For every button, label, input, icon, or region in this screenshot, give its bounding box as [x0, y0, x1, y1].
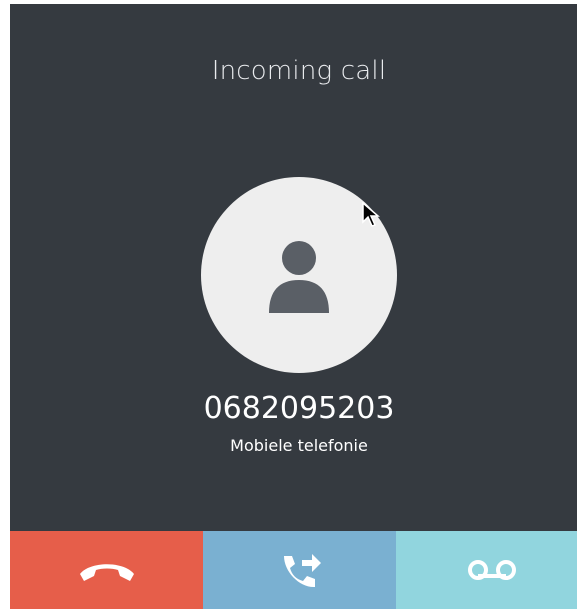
hangup-button[interactable]	[10, 531, 203, 609]
call-actions	[10, 531, 577, 609]
caller-number-type: Mobiele telefonie	[230, 436, 368, 455]
call-title: Incoming call	[211, 56, 387, 86]
user-icon	[269, 241, 329, 313]
caller-number: 0682095203	[203, 391, 395, 426]
incoming-call-window: Incoming call 0682095203 Mobiele telefon…	[10, 4, 577, 609]
transfer-button[interactable]	[203, 531, 396, 609]
voicemail-icon	[468, 560, 516, 580]
phone-forward-icon	[283, 554, 321, 588]
phone-hangup-icon	[79, 564, 134, 581]
mouse-cursor-icon	[362, 202, 380, 227]
voicemail-button[interactable]	[396, 531, 577, 609]
